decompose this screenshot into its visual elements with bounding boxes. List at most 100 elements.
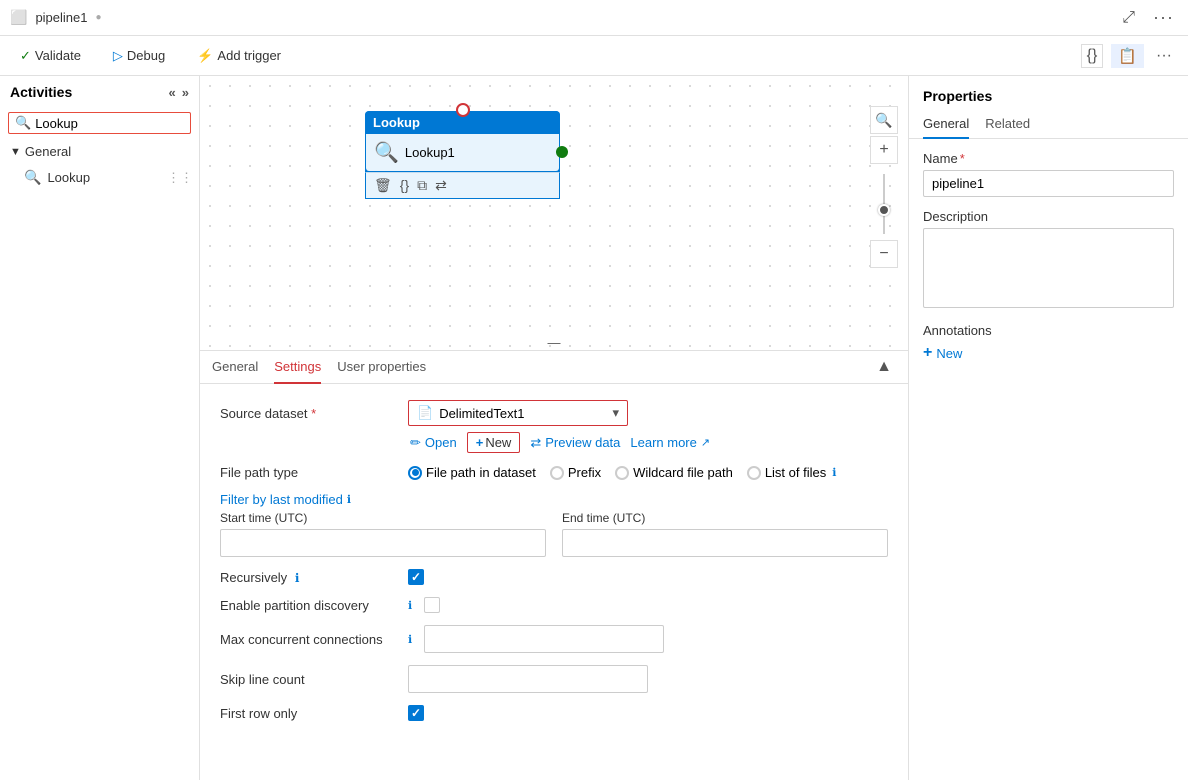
validate-button[interactable]: ✓ Validate [12,44,89,68]
name-field-label: Name * [923,151,1174,166]
prop-tab-related[interactable]: Related [985,110,1030,139]
max-concurrent-row: Max concurrent connections ℹ [220,625,888,653]
node-delete-icon[interactable]: 🗑 [374,177,392,194]
tab-general[interactable]: General [212,351,258,384]
topbar-more-icon[interactable]: ··· [1149,5,1178,30]
start-time-field: Start time (UTC) [220,511,546,557]
chevron-down-icon: ▼ [10,146,21,158]
dataset-value: DelimitedText1 [439,406,524,421]
sidebar-section-general[interactable]: ▼ General [0,138,199,165]
pencil-icon: ✏ [410,435,421,451]
node-top-connector [456,103,470,117]
tab-user-properties[interactable]: User properties [337,351,426,384]
sidebar-expand-icon[interactable]: » [182,85,189,100]
partition-checkbox[interactable] [424,597,440,613]
first-row-label: First row only [220,706,400,721]
source-dataset-select[interactable]: 📄 DelimitedText1 ▾ [408,400,628,426]
max-concurrent-input[interactable] [424,625,664,653]
start-time-label: Start time (UTC) [220,511,546,525]
canvas-area: Lookup 🔍 Lookup1 🗑 {} ⧉ ⇄ [200,76,908,350]
node-right-connector [556,146,568,158]
node-copy-icon[interactable]: ⧉ [417,177,427,194]
description-textarea[interactable] [923,228,1174,308]
open-dataset-button[interactable]: ✏ Open [410,435,457,451]
radio-file-path-in-dataset[interactable]: File path in dataset [408,465,536,480]
skip-line-input[interactable] [408,665,648,693]
partition-label: Enable partition discovery [220,598,400,613]
trigger-icon: ⚡ [197,48,213,64]
max-concurrent-info-icon[interactable]: ℹ [408,633,412,646]
search-input[interactable] [35,116,184,131]
annotations-label: Annotations [923,323,1174,338]
partition-info-icon[interactable]: ℹ [408,599,412,612]
expand-icon[interactable]: ⤢ [1118,7,1139,29]
node-actions: 🗑 {} ⧉ ⇄ [365,172,560,199]
top-bar: ⬜ pipeline1 ● ⤢ ··· [0,0,1188,36]
preview-data-button[interactable]: ⇄ Preview data [530,435,620,451]
file-path-type-label: File path type [220,465,400,480]
end-time-input[interactable] [562,529,888,557]
name-input[interactable] [923,170,1174,197]
sidebar-header: Activities « » [0,76,199,108]
end-time-label: End time (UTC) [562,511,888,525]
lookup-node[interactable]: Lookup 🔍 Lookup1 🗑 {} ⧉ ⇄ [365,111,560,199]
lookup-icon: 🔍 [24,169,41,186]
max-concurrent-label: Max concurrent connections [220,632,400,647]
zoom-out-button[interactable]: − [870,240,898,268]
start-time-input[interactable] [220,529,546,557]
list-of-files-info-icon[interactable]: ℹ [832,466,836,479]
filter-info-icon[interactable]: ℹ [347,493,351,506]
properties-panel: Properties General Related Name * Descri… [908,76,1188,780]
recursively-info-icon[interactable]: ℹ [295,571,300,585]
partition-row: Enable partition discovery ℹ [220,597,888,613]
debug-icon: ▷ [113,48,123,64]
dataset-actions: ✏ Open + New ⇄ Preview data Learn more [220,432,888,453]
recursively-checkbox[interactable] [408,569,424,585]
properties-content: Name * Description Annotations + New [909,139,1188,780]
radio-list-of-files[interactable]: List of files ℹ [747,465,837,480]
main-layout: Activities « » 🔍 ▼ General 🔍 Lookup ⋮⋮ [0,76,1188,780]
sidebar-collapse-icon[interactable]: « [169,85,176,100]
radio-wildcard[interactable]: Wildcard file path [615,465,733,480]
add-annotation-button[interactable]: + New [923,344,1174,362]
skip-line-row: Skip line count [220,665,888,693]
node-code-icon[interactable]: {} [400,177,409,194]
new-dataset-button[interactable]: + New [467,432,521,453]
learn-more-link[interactable]: Learn more ↗ [630,435,710,450]
add-icon: + [923,344,932,362]
dropdown-chevron-icon: ▾ [612,405,619,421]
tab-settings[interactable]: Settings [274,351,321,384]
node-link-icon[interactable]: ⇄ [435,177,447,194]
toolbar-more-button[interactable]: ··· [1152,45,1176,67]
radio-selected-indicator [408,466,422,480]
monitor-icon-button[interactable]: 📋 [1111,44,1144,68]
first-row-checkbox[interactable] [408,705,424,721]
file-path-type-row: File path type File path in dataset Pref… [220,465,888,480]
sidebar-item-lookup[interactable]: 🔍 Lookup ⋮⋮ [0,165,199,190]
debug-button[interactable]: ▷ Debug [105,44,173,68]
drag-handle: ⋮⋮ [167,170,193,186]
panel-tabs: General Settings User properties ▲ [200,351,908,384]
sidebar-search-container: 🔍 [8,112,191,134]
skip-line-label: Skip line count [220,672,400,687]
preview-icon: ⇄ [530,435,541,451]
search-canvas-button[interactable]: 🔍 [870,106,898,134]
validate-icon: ✓ [20,48,31,64]
zoom-slider[interactable] [870,170,898,238]
zoom-in-button[interactable]: + [870,136,898,164]
panel-resize-handle[interactable]: — [548,335,561,350]
panel-collapse-button[interactable]: ▲ [872,354,896,380]
canvas-grid[interactable]: Lookup 🔍 Lookup1 🗑 {} ⧉ ⇄ [200,76,908,350]
node-label: Lookup1 [405,145,455,160]
unsaved-dot: ● [95,12,101,23]
pipeline-title: pipeline1 [35,10,87,25]
filter-label-row: Filter by last modified ℹ [220,492,888,507]
radio-prefix[interactable]: Prefix [550,465,601,480]
add-trigger-button[interactable]: ⚡ Add trigger [189,44,289,68]
prop-tab-general[interactable]: General [923,110,969,139]
radio-unselected-indicator-3 [747,466,761,480]
external-link-icon: ↗ [701,436,710,449]
dataset-file-icon: 📄 [417,405,433,421]
properties-tabs: General Related [909,110,1188,139]
code-icon-button[interactable]: {} [1081,44,1104,68]
